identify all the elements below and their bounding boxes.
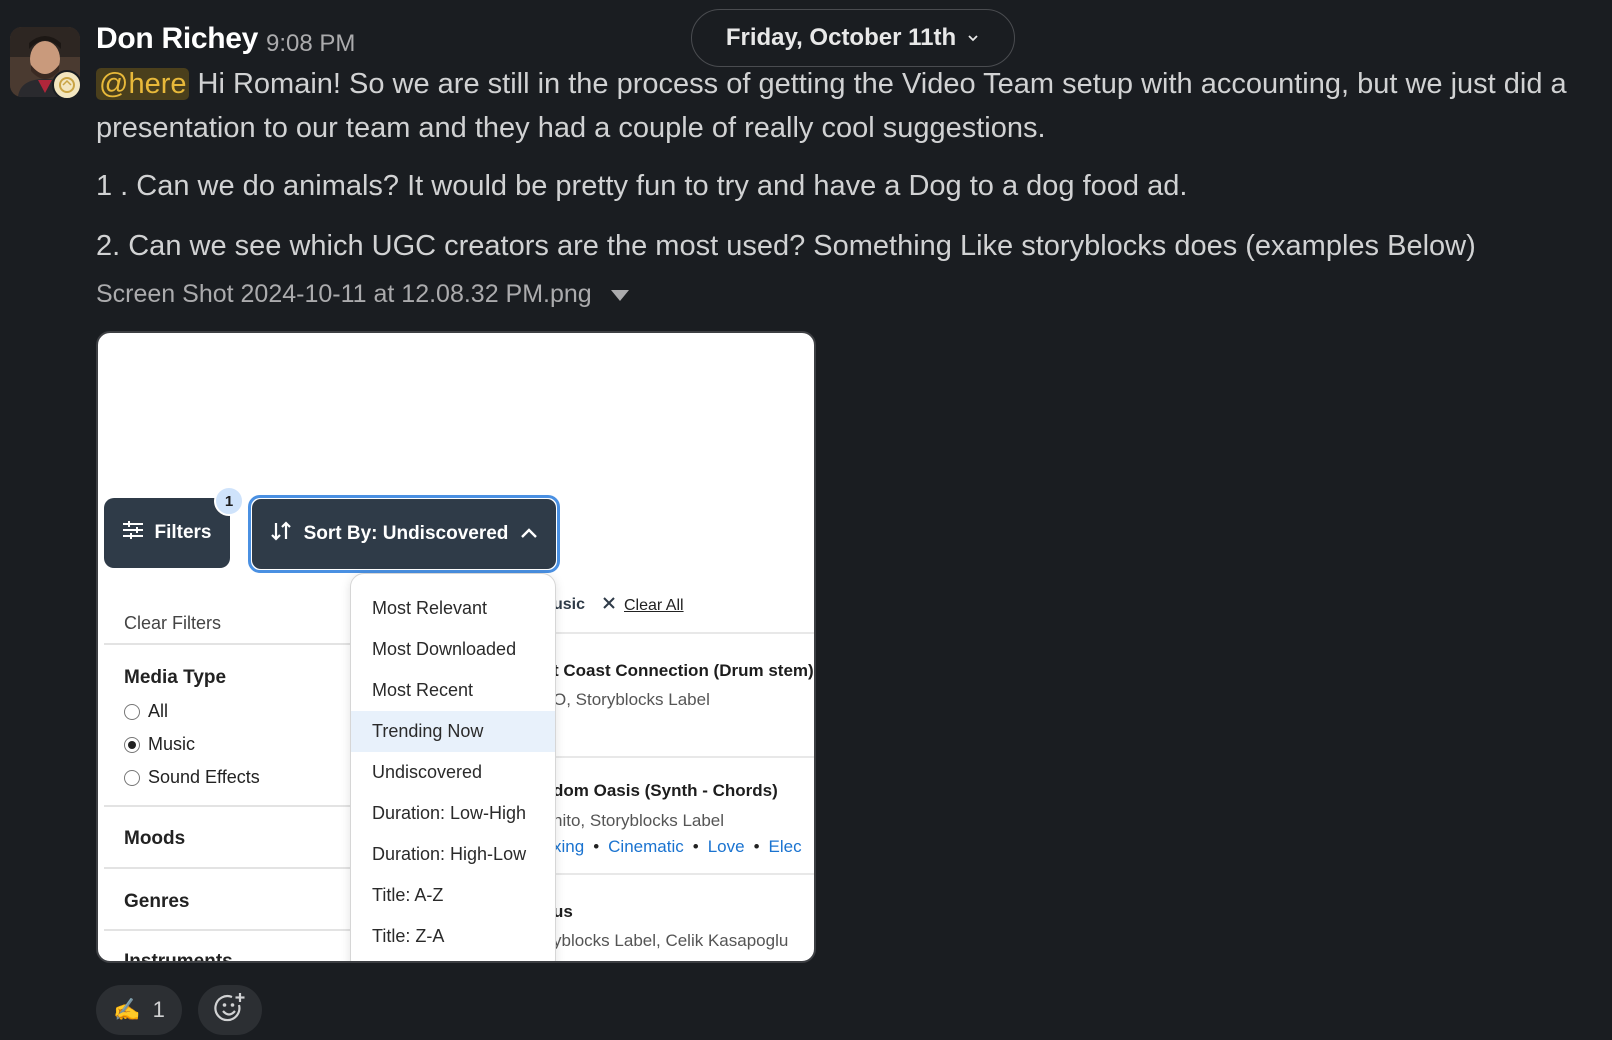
- message-text: Hi Romain! So we are still in the proces…: [96, 68, 1567, 144]
- writing-hand-icon: ✍️: [113, 997, 141, 1022]
- message-body-line2: 1 . Can we do animals? It would be prett…: [96, 170, 1188, 202]
- media-type-heading: Media Type: [124, 667, 227, 688]
- filters-button[interactable]: Filters: [104, 498, 230, 568]
- sort-icon: [270, 520, 292, 548]
- radio-sound-effects[interactable]: Sound Effects: [124, 767, 260, 788]
- sort-label: Sort By: Undiscovered: [303, 523, 509, 544]
- tag-link[interactable]: Elec: [769, 837, 802, 856]
- sort-option[interactable]: Duration: High-Low: [351, 834, 555, 875]
- attachment-filename: Screen Shot 2024-10-11 at 12.08.32 PM.pn…: [96, 280, 592, 308]
- chevron-down-icon: [966, 24, 980, 52]
- message-body-line1: @here Hi Romain! So we are still in the …: [96, 62, 1606, 150]
- sort-option-highlighted[interactable]: Trending Now: [351, 711, 555, 752]
- divider: [104, 929, 354, 931]
- message-timestamp[interactable]: 9:08 PM: [266, 30, 355, 58]
- divider: [104, 867, 354, 869]
- sort-option[interactable]: Most Downloaded: [351, 629, 555, 670]
- add-reaction-button[interactable]: [198, 985, 262, 1035]
- radio-icon: [124, 703, 140, 720]
- result-title[interactable]: dom Oasis (Synth - Chords): [553, 781, 778, 801]
- chip-label: usic: [553, 596, 586, 613]
- sliders-icon: [122, 520, 144, 546]
- radio-label: Music: [148, 734, 196, 754]
- divider: [538, 632, 814, 634]
- filters-label: Filters: [154, 522, 212, 543]
- instruments-heading[interactable]: Instruments: [124, 951, 233, 961]
- tag-link[interactable]: xing: [553, 837, 584, 856]
- tag-link[interactable]: Love: [708, 837, 745, 856]
- divider: [538, 756, 814, 758]
- sort-option[interactable]: Most Relevant: [351, 588, 555, 629]
- radio-icon: [124, 769, 140, 786]
- mention-here[interactable]: @here: [96, 68, 190, 100]
- date-divider-button[interactable]: Friday, October 11th: [691, 9, 1015, 67]
- sort-option[interactable]: Title: A-Z: [351, 875, 555, 916]
- radio-all[interactable]: All: [124, 701, 168, 722]
- result-tags: xing • Cinematic • Love • Elec: [553, 837, 802, 856]
- chevron-up-icon: [520, 523, 538, 545]
- clear-filters-link[interactable]: Clear Filters: [124, 613, 221, 634]
- divider: [104, 643, 354, 645]
- date-label: Friday, October 11th: [725, 24, 957, 51]
- sender-name[interactable]: Don Richey: [96, 22, 258, 56]
- message-body-line3: 2. Can we see which UGC creators are the…: [96, 230, 1476, 262]
- moods-heading[interactable]: Moods: [124, 828, 185, 850]
- add-reaction-icon: [213, 991, 247, 1030]
- sort-option[interactable]: Duration: Low-High: [351, 793, 555, 834]
- genres-heading[interactable]: Genres: [124, 891, 189, 913]
- sort-option[interactable]: Undiscovered: [351, 752, 555, 793]
- reaction-count: 1: [152, 997, 165, 1022]
- result-artist: nito, Storyblocks Label: [553, 811, 725, 830]
- reaction-writing-hand[interactable]: ✍️ 1: [96, 985, 182, 1035]
- radio-selected-icon: [124, 736, 140, 753]
- result-title[interactable]: t Coast Connection (Drum stem): [553, 661, 814, 681]
- close-icon[interactable]: [603, 596, 615, 614]
- divider: [104, 805, 354, 807]
- sort-option[interactable]: Most Recent: [351, 670, 555, 711]
- sort-by-button[interactable]: Sort By: Undiscovered: [252, 499, 556, 569]
- filters-count-badge: 1: [214, 486, 244, 516]
- caret-down-icon[interactable]: [610, 280, 630, 309]
- radio-music[interactable]: Music: [124, 734, 195, 755]
- sort-dropdown-menu: Most Relevant Most Downloaded Most Recen…: [350, 573, 556, 961]
- radio-label: All: [148, 701, 169, 721]
- status-badge-icon: [52, 70, 82, 100]
- sort-option[interactable]: Title: Z-A: [351, 916, 555, 957]
- clear-all-link[interactable]: Clear All: [624, 597, 684, 615]
- attachment-image[interactable]: Filters 1 Sort By: Undiscovered Clear Fi…: [96, 331, 816, 963]
- radio-label: Sound Effects: [148, 767, 260, 787]
- result-artist: yblocks Label, Celik Kasapoglu: [553, 931, 789, 950]
- tag-link[interactable]: Cinematic: [608, 837, 684, 856]
- result-artist: O, Storyblocks Label: [553, 690, 710, 709]
- filter-chip[interactable]: usic: [553, 596, 615, 614]
- attachment-header[interactable]: Screen Shot 2024-10-11 at 12.08.32 PM.pn…: [96, 280, 630, 309]
- divider: [538, 873, 814, 875]
